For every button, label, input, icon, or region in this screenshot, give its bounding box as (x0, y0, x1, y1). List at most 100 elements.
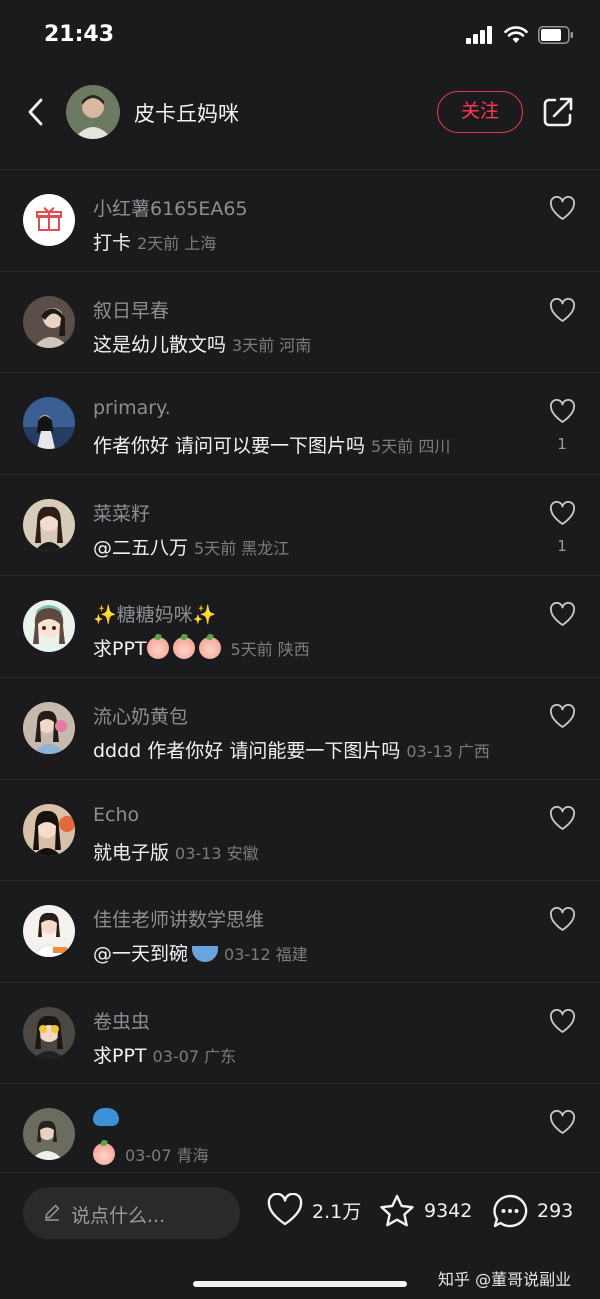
comment-meta: 03-12 福建 (224, 945, 308, 965)
peach-emoji-icon (93, 1143, 115, 1166)
comment-item[interactable]: ✨糖糖妈咪✨ 求PPT 5天前 陕西 (0, 576, 600, 678)
comment-meta: 3天前 河南 (232, 335, 312, 355)
comment-text: 就电子版 (93, 841, 170, 864)
comment-body: 求PPT 03-07 广东 (93, 1041, 236, 1068)
wifi-icon (504, 26, 528, 43)
comment-text: 这是幼儿散文吗 (93, 333, 227, 356)
like-count: 1 (557, 435, 567, 454)
star-icon (380, 1194, 414, 1227)
like-button[interactable]: 2.1万 (266, 1193, 361, 1227)
comment-item[interactable]: 卷虫虫 求PPT 03-07 广东 (0, 983, 600, 1085)
favorite-button[interactable]: 9342 (378, 1193, 472, 1229)
peach-emoji-icon (146, 637, 169, 660)
comment-meta: 03-13 广西 (406, 741, 490, 761)
like-count: 1 (557, 536, 567, 555)
commenter-name[interactable]: 小红薯6165EA65 (93, 194, 248, 221)
peach-emoji-icon (198, 637, 221, 660)
comment-input-placeholder: 说点什么... (71, 1205, 166, 1227)
comment-body: @一天到碗 03-12 福建 (93, 939, 308, 966)
comment-item[interactable]: 小红薯6165EA65 打卡 2天前 上海 (0, 170, 600, 272)
commenter-avatar[interactable] (23, 397, 75, 450)
comment-text: 求PPT (93, 638, 147, 661)
comment-meta: 5天前 陕西 (230, 640, 310, 660)
author-avatar[interactable] (66, 85, 120, 139)
commenter-avatar[interactable] (23, 498, 75, 551)
comment-total: 293 (537, 1200, 574, 1222)
battery-icon (538, 26, 573, 44)
heart-icon[interactable] (549, 703, 576, 729)
comment-bubble-icon (493, 1194, 528, 1228)
commenter-avatar[interactable] (23, 1108, 75, 1161)
commenter-name[interactable]: ✨糖糖妈咪✨ (93, 600, 216, 627)
back-icon[interactable] (22, 94, 52, 130)
heart-icon[interactable] (549, 907, 576, 932)
peach-emoji-icon (172, 637, 195, 660)
comment-item[interactable]: 03-07 青海 (0, 1084, 600, 1172)
comment-text: 作者你好 请问可以要一下图片吗 (93, 435, 366, 458)
heart-icon[interactable] (549, 1110, 576, 1135)
commenter-avatar[interactable] (23, 295, 75, 348)
comment-body: 作者你好 请问可以要一下图片吗 5天前 四川 (93, 431, 450, 458)
favorite-total: 9342 (424, 1200, 473, 1222)
commenter-name[interactable]: 叙日早春 (93, 296, 169, 323)
status-bar: 21:43 (0, 0, 600, 70)
commenter-avatar[interactable] (23, 905, 75, 958)
commenter-name[interactable]: 卷虫虫 (93, 1007, 150, 1034)
comment-meta: 03-07 广东 (152, 1046, 237, 1066)
comment-text: @一天到碗 (93, 943, 189, 966)
comment-body: 就电子版 03-13 安徽 (93, 838, 259, 865)
commenter-name[interactable]: 佳佳老师讲数学思维 (93, 905, 264, 932)
heart-icon[interactable] (549, 1008, 576, 1034)
comment-item[interactable]: Echo 就电子版 03-13 安徽 (0, 780, 600, 882)
home-indicator[interactable] (193, 1281, 407, 1287)
comment-list: 小红薯6165EA65 打卡 2天前 上海 叙日早春 这是幼儿散文吗 3天前 河南 (0, 170, 600, 1172)
share-icon[interactable] (540, 94, 576, 130)
comment-input[interactable]: 说点什么... (23, 1187, 240, 1239)
author-name[interactable]: 皮卡丘妈咪 (134, 98, 239, 128)
bowl-emoji-icon (192, 946, 219, 963)
pencil-icon (45, 1204, 60, 1221)
comment-body: 这是幼儿散文吗 3天前 河南 (93, 330, 311, 357)
commenter-name[interactable]: 菜菜籽 (93, 499, 150, 526)
comment-meta: 03-07 青海 (125, 1146, 209, 1166)
commenter-avatar[interactable] (23, 194, 75, 246)
commenter-name[interactable] (93, 1108, 119, 1131)
commenter-avatar[interactable] (23, 803, 75, 856)
like-total: 2.1万 (312, 1200, 362, 1223)
comment-item[interactable]: 佳佳老师讲数学思维 @一天到碗 03-12 福建 (0, 881, 600, 983)
commenter-name[interactable]: primary. (93, 397, 171, 419)
heart-icon[interactable] (549, 399, 576, 424)
heart-icon[interactable] (549, 805, 576, 831)
commenter-name[interactable]: 流心奶黄包 (93, 702, 188, 729)
heart-icon[interactable] (549, 602, 576, 627)
comment-button[interactable]: 293 (491, 1193, 573, 1229)
comment-text: dddd 作者你好 请问能要一下图片吗 (93, 739, 401, 762)
comment-body: 求PPT 5天前 陕西 (93, 634, 310, 661)
comment-item[interactable]: primary. 作者你好 请问可以要一下图片吗 5天前 四川 1 (0, 373, 600, 475)
commenter-avatar[interactable] (23, 1006, 75, 1059)
comment-meta: 03-13 安徽 (175, 843, 259, 863)
whale-emoji-icon (93, 1108, 119, 1127)
commenter-avatar[interactable] (23, 600, 75, 653)
comment-meta: 5天前 黑龙江 (194, 538, 290, 558)
heart-icon[interactable] (549, 196, 576, 221)
follow-button[interactable]: 关注 (437, 91, 523, 133)
comment-item[interactable]: 菜菜籽 @二五八万 5天前 黑龙江 1 (0, 475, 600, 577)
comment-meta: 5天前 四川 (371, 437, 451, 457)
signal-icon (466, 26, 492, 44)
comment-item[interactable]: 叙日早春 这是幼儿散文吗 3天前 河南 (0, 272, 600, 374)
comment-body: @二五八万 5天前 黑龙江 (93, 533, 289, 560)
comment-text: 打卡 (93, 232, 132, 254)
status-time: 21:43 (44, 22, 115, 47)
heart-icon (267, 1193, 303, 1226)
commenter-name[interactable]: Echo (93, 804, 139, 826)
comment-meta: 2天前 上海 (137, 234, 217, 253)
watermark: 知乎 @董哥说副业 (438, 1270, 572, 1289)
status-icons (466, 26, 574, 44)
comment-body: dddd 作者你好 请问能要一下图片吗 03-13 广西 (93, 736, 490, 763)
commenter-avatar[interactable] (23, 701, 75, 754)
heart-icon[interactable] (549, 297, 576, 323)
heart-icon[interactable] (549, 500, 576, 526)
bottom-action-bar: 说点什么... 2.1万 9342 293 知乎 @董哥说副业 (0, 1172, 600, 1299)
comment-item[interactable]: 流心奶黄包 dddd 作者你好 请问能要一下图片吗 03-13 广西 (0, 678, 600, 780)
